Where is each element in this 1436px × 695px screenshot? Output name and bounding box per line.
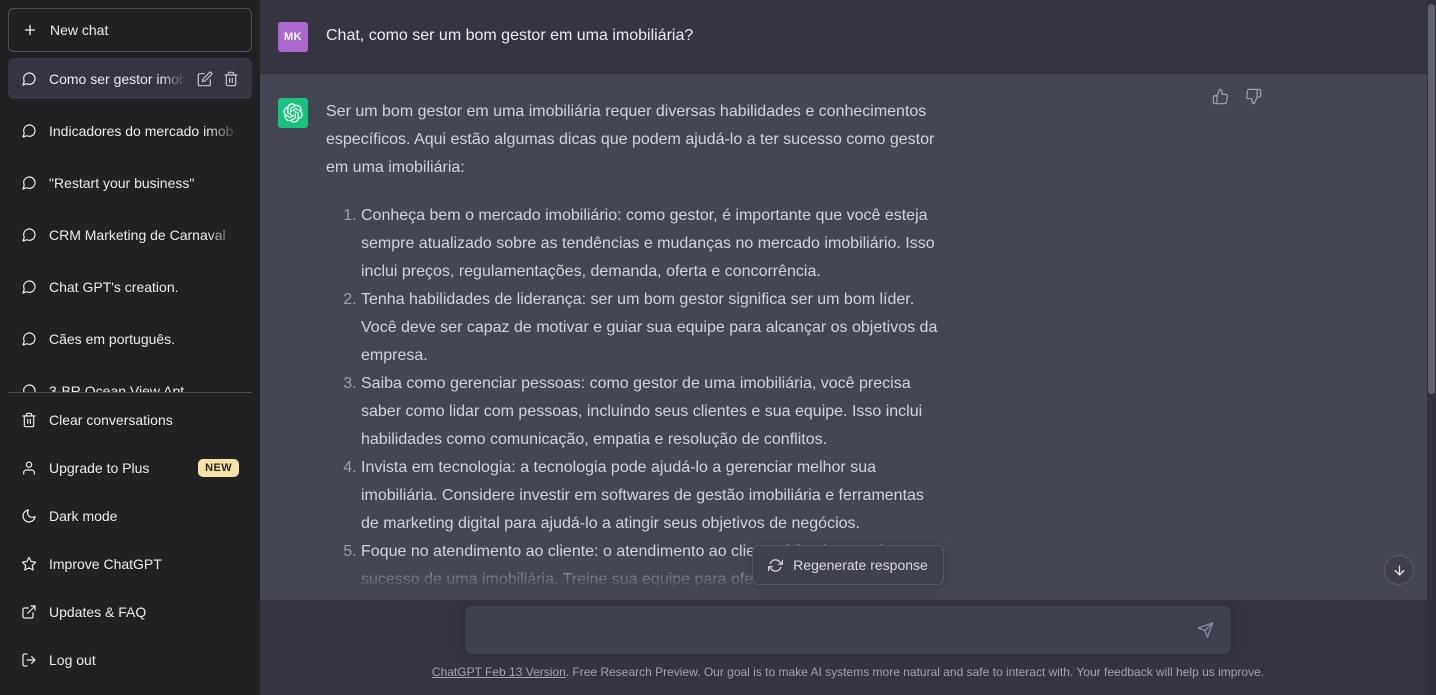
sidebar-item-label: Improve ChatGPT [49,555,162,572]
chat-bubble-icon [21,383,37,392]
list-item: Conheça bem o mercado imobiliário: como … [361,202,946,286]
sidebar-item-dark-mode[interactable]: Dark mode [8,495,252,536]
conversation-item-6[interactable]: 3-BR Ocean View Apt. [8,370,252,392]
sidebar: New chat Como ser gestor imobi Indicador… [0,0,260,695]
conversation-item-5[interactable]: Cães em português. [8,318,252,359]
conversation-title: Cães em português. [49,330,239,347]
composer-zone: ChatGPT Feb 13 Version. Free Research Pr… [260,600,1436,695]
thumbs-up-icon[interactable] [1208,84,1233,109]
chat-bubble-icon [21,175,37,191]
sidebar-item-upgrade-to-plus[interactable]: Upgrade to Plus NEW [8,447,252,488]
assistant-message-body: Ser um bom gestor em uma imobiliária req… [326,98,1026,622]
conversation-list: Como ser gestor imobi Indicadores do mer… [8,58,252,392]
conversation-item-0[interactable]: Como ser gestor imobi [8,58,252,99]
sidebar-item-label: Dark mode [49,507,118,524]
footer-rest-text: . Free Research Preview. Our goal is to … [565,665,1265,679]
thumbs-down-icon[interactable] [1241,84,1266,109]
chat-bubble-icon [21,279,37,295]
message-input[interactable] [481,617,1185,643]
list-item: Tenha habilidades de liderança: ser um b… [361,286,946,370]
sidebar-item-label: Log out [49,651,96,668]
conversation-title: Indicadores do mercado imob [49,122,239,139]
arrow-down-icon [1394,565,1404,575]
page-scrollbar[interactable] [1427,0,1436,695]
send-paper-plane-icon [1197,622,1214,638]
feedback-buttons [1208,84,1266,109]
conversation-title: Chat GPT's creation. [49,278,239,295]
delete-trash-icon[interactable] [223,71,239,87]
send-button[interactable] [1192,617,1219,644]
message-composer[interactable] [464,605,1232,655]
user-message-text: Chat, como ser um bom gestor em uma imob… [326,27,694,44]
list-item: Saiba como gerenciar pessoas: como gesto… [361,370,946,454]
conversation-title: CRM Marketing de Carnaval [49,226,239,243]
page-scrollbar-thumb[interactable] [1428,4,1435,394]
refresh-icon [768,558,784,573]
assistant-intro-paragraph: Ser um bom gestor em uma imobiliária req… [326,103,935,176]
moon-icon [21,508,37,524]
conversation-actions [197,71,239,87]
conversation-item-3[interactable]: CRM Marketing de Carnaval [8,214,252,255]
user-avatar-column: MK [260,22,326,52]
chat-bubble-icon [21,331,37,347]
avatar: MK [278,22,308,52]
version-link[interactable]: ChatGPT Feb 13 Version [432,665,566,679]
sidebar-item-label: Updates & FAQ [49,603,147,620]
main-content: MK Chat, como ser um bom gestor em uma i… [260,0,1436,695]
sidebar-item-log-out[interactable]: Log out [8,639,252,680]
sidebar-item-label: Clear conversations [49,411,173,428]
regenerate-response-button[interactable]: Regenerate response [752,545,944,585]
trash-icon [21,412,37,428]
list-item: Invista em tecnologia: a tecnologia pode… [361,454,946,538]
regenerate-label: Regenerate response [793,557,928,573]
conversation-title: 3-BR Ocean View Apt. [49,382,239,392]
footer-disclaimer: ChatGPT Feb 13 Version. Free Research Pr… [260,664,1436,680]
new-chat-label: New chat [50,22,109,38]
sidebar-footer-menu: Clear conversations Upgrade to Plus NEW [8,392,252,687]
conversation-title: "Restart your business" [49,174,239,191]
user-message-row: MK Chat, como ser um bom gestor em uma i… [260,0,1436,74]
scroll-to-bottom-button[interactable] [1384,555,1414,585]
chat-bubble-icon [21,71,37,87]
sidebar-item-clear-conversations[interactable]: Clear conversations [8,399,252,440]
chat-bubble-icon [21,123,37,139]
new-chat-button[interactable]: New chat [8,8,252,52]
conversation-item-4[interactable]: Chat GPT's creation. [8,266,252,307]
conversation-item-1[interactable]: Indicadores do mercado imob [8,110,252,151]
chatgpt-app: New chat Como ser gestor imobi Indicador… [0,0,1436,695]
status-badge-new: NEW [198,458,239,477]
sidebar-item-improve-chatgpt[interactable]: Improve ChatGPT [8,543,252,584]
external-link-icon [21,604,37,620]
regenerate-wrapper: Regenerate response [260,545,1436,585]
chat-thread: MK Chat, como ser um bom gestor em uma i… [260,0,1436,695]
plus-icon [22,22,38,38]
user-icon [21,460,37,476]
sidebar-item-label: Upgrade to Plus [49,459,150,476]
chat-bubble-icon [21,227,37,243]
conversation-title: Como ser gestor imobi [49,70,185,87]
edit-pencil-icon[interactable] [197,71,213,87]
conversation-item-2[interactable]: "Restart your business" [8,162,252,203]
avatar [278,98,308,128]
assistant-avatar-column [260,98,326,622]
logout-icon [21,652,37,668]
star-icon [21,556,37,572]
sidebar-item-updates-faq[interactable]: Updates & FAQ [8,591,252,632]
